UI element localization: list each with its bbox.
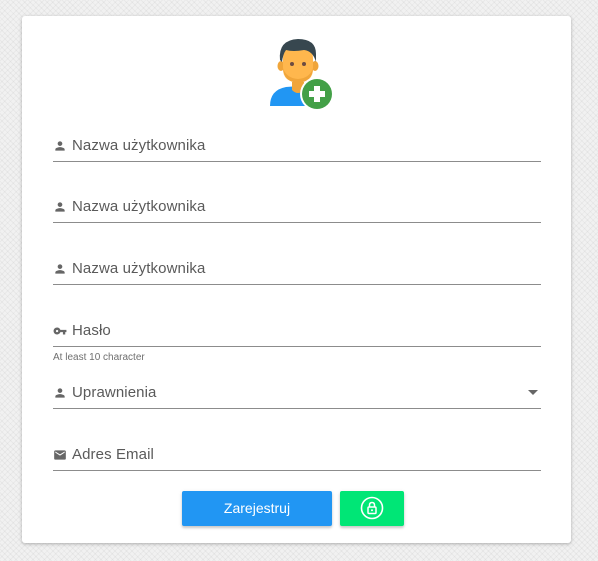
email-field[interactable]: Adres Email (53, 442, 541, 471)
username-label: Nazwa użytkownika (72, 137, 206, 154)
username-field-2[interactable]: Nazwa użytkownika (53, 194, 541, 223)
username-field-3[interactable]: Nazwa użytkownika (53, 256, 541, 285)
password-helper-text: At least 10 character (53, 352, 145, 363)
add-user-icon (266, 36, 338, 114)
password-field[interactable]: Hasło (53, 318, 541, 347)
person-icon (53, 200, 67, 214)
username-label-3: Nazwa użytkownika (72, 260, 206, 277)
username-label-2: Nazwa użytkownika (72, 198, 206, 215)
register-button[interactable]: Zarejestruj (182, 491, 332, 526)
lock-icon (360, 496, 384, 520)
lock-button[interactable] (340, 491, 404, 526)
person-icon (53, 262, 67, 276)
email-label: Adres Email (72, 446, 154, 463)
person-icon (53, 386, 67, 400)
permissions-select[interactable]: Uprawnienia (53, 380, 541, 409)
password-label: Hasło (72, 322, 111, 339)
key-icon (53, 324, 67, 338)
chevron-down-icon[interactable] (528, 390, 538, 395)
permissions-label: Uprawnienia (72, 384, 157, 401)
username-field[interactable]: Nazwa użytkownika (53, 133, 541, 162)
email-icon (53, 448, 67, 462)
register-card: Nazwa użytkownika Nazwa użytkownika Nazw… (22, 16, 571, 543)
person-icon (53, 139, 67, 153)
